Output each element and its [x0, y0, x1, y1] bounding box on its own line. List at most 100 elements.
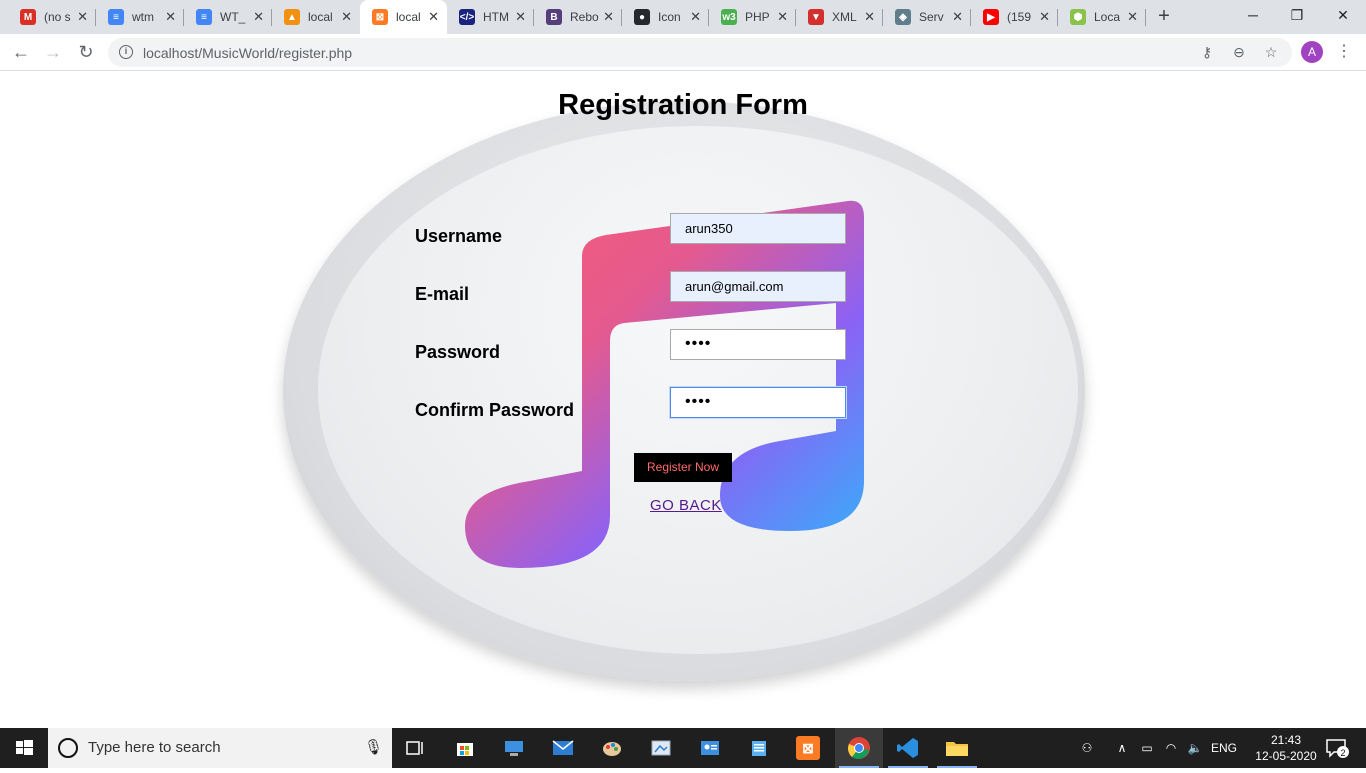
tab-title: HTM [483, 10, 509, 24]
wifi-icon[interactable]: ◠ [1160, 728, 1182, 768]
tab-close-icon[interactable]: ✕ [165, 9, 176, 25]
zoom-icon[interactable]: ⊖ [1229, 42, 1249, 62]
vscode-icon[interactable] [884, 728, 932, 768]
browser-tab[interactable]: ◈ Serv ✕ [883, 0, 971, 34]
chrome-icon[interactable] [835, 728, 883, 768]
new-tab-button[interactable]: + [1152, 5, 1176, 29]
browser-tab[interactable]: M (no s ✕ [8, 0, 96, 34]
browser-tab[interactable]: B Rebo ✕ [534, 0, 622, 34]
people-icon[interactable]: ⚇ [1075, 728, 1099, 768]
w3schools-icon: w3 [721, 9, 737, 25]
tab-title: PHP [745, 10, 770, 24]
tab-close-icon[interactable]: ✕ [341, 9, 352, 25]
xml-icon: ▼ [808, 9, 824, 25]
xampp-icon[interactable]: ⊠ [784, 728, 832, 768]
confirm-password-input[interactable]: •••• [670, 387, 846, 418]
go-back-link[interactable]: GO BACK [650, 497, 722, 514]
battery-icon[interactable]: ▭ [1136, 728, 1158, 768]
phpmyadmin-icon: ▲ [284, 9, 300, 25]
volume-icon[interactable]: 🔈 [1184, 728, 1206, 768]
tab-close-icon[interactable]: ✕ [864, 9, 875, 25]
minimize-button[interactable]: ─ [1230, 0, 1276, 30]
mail-icon[interactable] [539, 728, 587, 768]
html-icon: </> [459, 9, 475, 25]
menu-dots-icon[interactable]: ⋮ [1336, 40, 1352, 64]
browser-tab[interactable]: w3 PHP ✕ [709, 0, 796, 34]
tab-title: wtm [132, 10, 154, 24]
computer-icon[interactable] [490, 728, 538, 768]
task-view-icon[interactable] [392, 728, 440, 768]
docs-icon: ≡ [108, 9, 124, 25]
action-center-icon[interactable]: 2 [1322, 728, 1352, 768]
contacts-icon[interactable] [686, 728, 734, 768]
form-title: Registration Form [558, 89, 808, 121]
browser-tab[interactable]: ▲ local ✕ [272, 0, 360, 34]
browser-tab[interactable]: ● Icon ✕ [622, 0, 709, 34]
clock-date: 12-05-2020 [1255, 749, 1317, 763]
language-indicator[interactable]: ENG [1208, 728, 1240, 768]
password-label: Password [415, 342, 501, 362]
browser-tab[interactable]: ≡ wtm ✕ [96, 0, 184, 34]
browser-tab[interactable]: ⊠ local ✕ [360, 0, 447, 34]
tab-title: Serv [919, 10, 944, 24]
key-icon[interactable]: ⚷ [1197, 42, 1217, 62]
tab-close-icon[interactable]: ✕ [952, 9, 963, 25]
server-icon: ◈ [895, 9, 911, 25]
close-window-button[interactable]: ✕ [1320, 0, 1366, 30]
github-icon: ● [634, 9, 650, 25]
tab-close-icon[interactable]: ✕ [603, 9, 614, 25]
address-bar[interactable]: i localhost/MusicWorld/register.php ⚷ ⊖ … [108, 38, 1292, 67]
file-explorer-icon[interactable] [933, 728, 981, 768]
taskbar-search-box[interactable]: Type here to search 🎙 [48, 728, 392, 768]
tab-strip: M (no s ✕ ≡ wtm ✕ ≡ WT_ ✕ ▲ local ✕ ⊠ local ✕ </> HTM ✕ B R… [0, 0, 1366, 34]
tab-close-icon[interactable]: ✕ [428, 9, 439, 25]
tab-close-icon[interactable]: ✕ [515, 9, 526, 25]
snipping-tool-icon[interactable] [637, 728, 685, 768]
browser-tab[interactable]: ▼ XML ✕ [796, 0, 883, 34]
show-hidden-icons-icon[interactable]: ∧ [1112, 728, 1132, 768]
browser-tab[interactable]: </> HTM ✕ [447, 0, 534, 34]
forward-arrow-icon[interactable]: → [41, 40, 65, 64]
username-input[interactable]: arun350 [670, 213, 846, 244]
paint-icon[interactable] [588, 728, 636, 768]
url-text[interactable]: localhost/MusicWorld/register.php [143, 45, 352, 61]
browser-tab[interactable]: ⬢ Loca ✕ [1058, 0, 1146, 34]
browser-tab[interactable]: ≡ WT_ ✕ [184, 0, 272, 34]
tab-title: Rebo [570, 10, 599, 24]
email-input[interactable]: arun@gmail.com [670, 271, 846, 302]
profile-avatar[interactable]: A [1301, 41, 1323, 63]
docs-icon: ≡ [196, 9, 212, 25]
clock[interactable]: 21:43 12-05-2020 [1250, 732, 1322, 764]
store-icon[interactable] [441, 728, 489, 768]
browser-tab[interactable]: ▶ (159 ✕ [971, 0, 1058, 34]
clock-time: 21:43 [1270, 733, 1302, 747]
back-arrow-icon[interactable]: ← [9, 40, 33, 64]
cortana-icon [58, 738, 78, 758]
username-label: Username [415, 226, 503, 246]
tab-close-icon[interactable]: ✕ [1039, 9, 1050, 25]
tab-close-icon[interactable]: ✕ [690, 9, 701, 25]
notification-count: 2 [1340, 748, 1345, 758]
tab-close-icon[interactable]: ✕ [77, 9, 88, 25]
tab-separator [1145, 9, 1146, 26]
notepad-icon[interactable] [735, 728, 783, 768]
microphone-icon[interactable]: 🎙 [364, 738, 383, 756]
xampp-icon: ⊠ [372, 9, 388, 25]
reload-icon[interactable]: ↻ [74, 40, 98, 64]
browser-toolbar: ← → ↻ i localhost/MusicWorld/register.ph… [0, 34, 1366, 71]
windows-start-icon[interactable] [0, 728, 48, 768]
search-placeholder: Type here to search [88, 739, 221, 756]
taskbar: Type here to search 🎙 ⊠ ⚇ ∧ ▭ ◠ 🔈 ENG 21… [0, 728, 1366, 768]
password-input[interactable]: •••• [670, 329, 846, 360]
bookmark-star-icon[interactable]: ☆ [1261, 42, 1281, 62]
tab-close-icon[interactable]: ✕ [1127, 9, 1138, 25]
svg-text:⊠: ⊠ [802, 740, 814, 756]
tab-close-icon[interactable]: ✕ [777, 9, 788, 25]
info-icon[interactable]: i [119, 45, 133, 59]
restore-button[interactable]: ❐ [1274, 0, 1320, 30]
tab-title: (no s [44, 10, 71, 24]
tab-close-icon[interactable]: ✕ [253, 9, 264, 25]
register-button[interactable]: Register Now [634, 453, 732, 482]
confirm-password-label: Confirm Password [415, 400, 575, 420]
tab-title: local [396, 10, 421, 24]
